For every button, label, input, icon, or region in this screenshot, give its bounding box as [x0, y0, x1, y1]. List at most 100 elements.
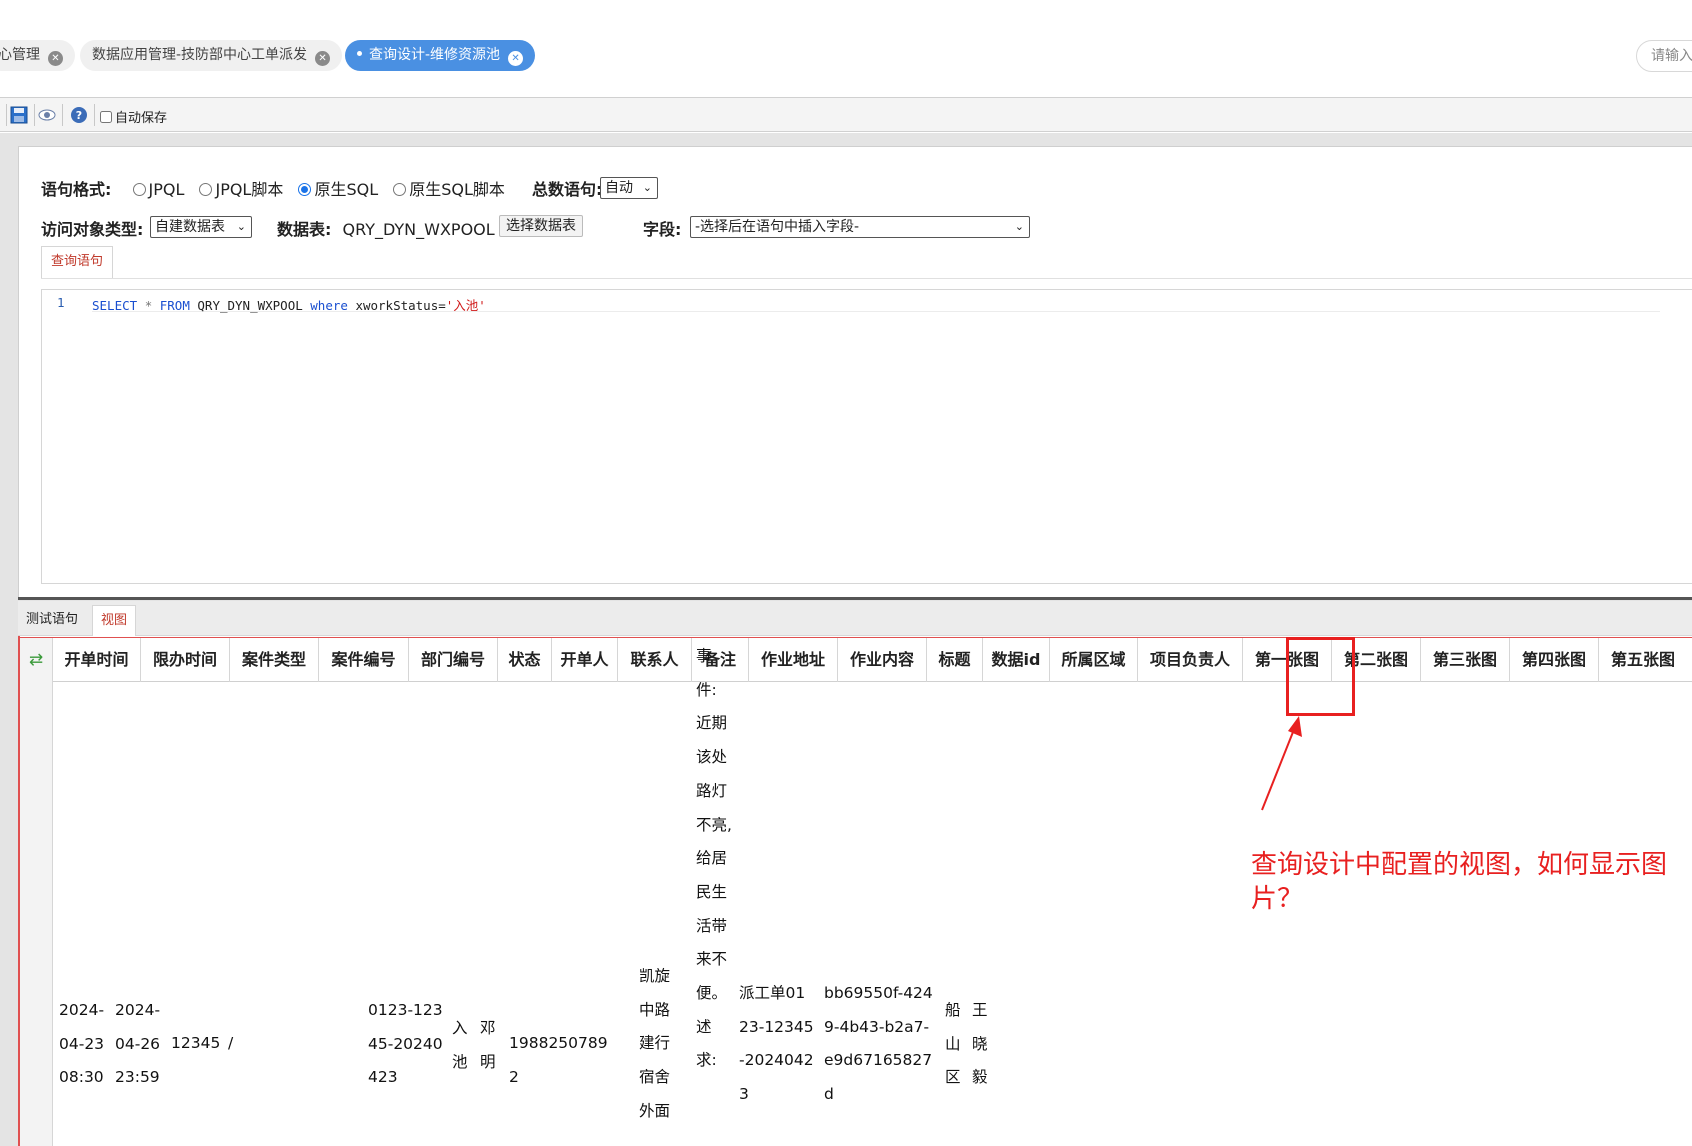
divider	[41, 278, 1692, 279]
radio-icon[interactable]	[199, 183, 213, 196]
col-header[interactable]: 第四张图	[1510, 638, 1599, 682]
sql-token: QRY_DYN_WXPOOL	[197, 298, 303, 313]
tab-test-statement[interactable]: 测试语句	[18, 605, 86, 636]
separator	[6, 104, 7, 126]
cell-opener: 邓明	[480, 1019, 496, 1071]
sql-code: SELECT * FROM QRY_DYN_WXPOOL where xwork…	[92, 295, 486, 314]
result-tabs: 测试语句 视图	[18, 601, 1692, 636]
cell-address: 事件:近期该处路灯不亮,给居民生活带来不便。述求:	[696, 647, 732, 1070]
col-header[interactable]: 作业地址	[749, 638, 838, 682]
field-label: 字段:	[643, 220, 682, 239]
separator	[94, 104, 95, 126]
count-select[interactable]: 自动 ⌄	[600, 177, 658, 199]
tab-label: 数据应用管理-技防部中心工单派发	[92, 47, 308, 63]
syntax-row: 语句格式: JPQL JPQL脚本 原生SQL 原生SQL脚本 总数语句:	[41, 176, 602, 200]
cell-case-type: 12345	[171, 1034, 221, 1052]
access-type-select[interactable]: 自建数据表 ⌄	[150, 216, 252, 238]
radio-label: 原生SQL	[314, 180, 379, 199]
radio-selected-icon[interactable]	[298, 183, 312, 196]
col-header[interactable]: 所属区域	[1050, 638, 1138, 682]
radio-jpql-script[interactable]: JPQL脚本	[199, 180, 283, 199]
col-header[interactable]: 作业内容	[838, 638, 927, 682]
sql-token: '入池'	[445, 298, 486, 313]
count-value: 自动	[605, 180, 633, 196]
col-header[interactable]: 第三张图	[1421, 638, 1510, 682]
svg-text:?: ?	[76, 109, 82, 122]
close-icon[interactable]: ✕	[508, 51, 524, 66]
annotation-note: 查询设计中配置的视图，如何显示图片？	[1251, 850, 1668, 914]
tab-label: 心管理	[0, 47, 40, 63]
sql-token: xworkStatus=	[355, 298, 446, 313]
chevron-down-icon: ⌄	[236, 220, 246, 233]
cell-title: bb69550f-4249-4b43-b2a7-e9d67165827d	[824, 984, 933, 1104]
separator	[34, 104, 35, 126]
col-header[interactable]: 联系人	[618, 638, 692, 682]
syntax-label: 语句格式:	[41, 180, 112, 199]
col-header[interactable]: 项目负责人	[1138, 638, 1243, 682]
cell-open-time: 2024-04-23 08:30	[59, 1001, 105, 1087]
col-header[interactable]: 开单时间	[53, 638, 141, 682]
tab-view[interactable]: 视图	[92, 605, 137, 636]
col-header[interactable]: 案件编号	[319, 638, 409, 682]
radio-icon[interactable]	[393, 183, 407, 196]
tab-query-statement[interactable]: 查询语句	[41, 246, 114, 278]
sql-token: FROM	[159, 298, 190, 313]
eye-icon[interactable]	[38, 106, 56, 124]
tab-management[interactable]: 心管理 ✕	[0, 40, 75, 71]
cell-case-no: /	[228, 1034, 234, 1052]
page: { "tabs": [ {"label": "心管理", "active": f…	[0, 0, 1692, 1146]
sql-editor[interactable]: 1 SELECT * FROM QRY_DYN_WXPOOL where xwo…	[41, 289, 1692, 584]
field-row: 字段:	[643, 216, 681, 240]
radio-label: 原生SQL脚本	[409, 180, 505, 199]
col-header[interactable]: 部门编号	[409, 638, 498, 682]
autosave-checkbox[interactable]: 自动保存	[100, 107, 167, 126]
col-header[interactable]: 第五张图	[1599, 638, 1692, 682]
access-value: 自建数据表	[155, 219, 225, 235]
close-icon[interactable]: ✕	[48, 51, 63, 66]
chevron-down-icon: ⌄	[642, 181, 652, 194]
splitter[interactable]	[18, 597, 1692, 600]
tab-query-design[interactable]: 查询设计-维修资源池 ✕	[345, 40, 536, 71]
cell-data-id: 船山区	[945, 1001, 961, 1087]
refresh-icon[interactable]: ⇄	[20, 638, 53, 682]
toolbar: ? 自动保存	[0, 97, 1692, 132]
col-header[interactable]: 案件类型	[230, 638, 319, 682]
tab-label: 查询设计-维修资源池	[369, 47, 501, 63]
field-value: -选择后在语句中插入字段-	[695, 219, 860, 235]
separator	[62, 104, 63, 126]
radio-label: JPQL脚本	[215, 180, 284, 199]
sql-token: where	[310, 298, 348, 313]
choose-table-button[interactable]: 选择数据表	[499, 215, 583, 237]
cell-status: 入池	[452, 1019, 468, 1071]
tab-data-app-management[interactable]: 数据应用管理-技防部中心工单派发 ✕	[80, 40, 343, 71]
radio-native-sql-script[interactable]: 原生SQL脚本	[393, 180, 505, 199]
autosave-label: 自动保存	[115, 111, 168, 126]
col-header[interactable]: 标题	[927, 638, 983, 682]
sql-token: *	[144, 298, 153, 313]
save-icon[interactable]	[10, 106, 28, 124]
highlight-box	[1286, 637, 1355, 716]
col-header[interactable]: 开单人	[552, 638, 618, 682]
close-icon[interactable]: ✕	[315, 51, 331, 66]
autosave-check[interactable]	[100, 111, 112, 123]
grid-header: ⇄ 开单时间 限办时间 案件类型 案件编号 部门编号 状态 开单人 联系人 备注…	[20, 637, 1692, 682]
tab-bar: 心管理 ✕ 数据应用管理-技防部中心工单派发 ✕ 查询设计-维修资源池 ✕ 请输入	[0, 0, 1692, 95]
cell-area: 王晓毅	[972, 1001, 988, 1087]
radio-label: JPQL	[148, 180, 185, 199]
chevron-down-icon: ⌄	[1014, 220, 1024, 233]
count-label: 总数语句:	[531, 180, 603, 199]
search-input[interactable]: 请输入	[1636, 40, 1692, 72]
cell-remark: 凯旋中路建行宿舍外面	[639, 967, 671, 1120]
cell-content: 派工单0123-12345-20240423	[739, 984, 814, 1104]
radio-jpql[interactable]: JPQL	[132, 180, 185, 199]
table-label: 数据表:	[277, 220, 332, 239]
help-icon[interactable]: ?	[70, 106, 88, 124]
col-header[interactable]: 数据id	[983, 638, 1050, 682]
col-header[interactable]: 状态	[498, 638, 552, 682]
col-header[interactable]: 限办时间	[141, 638, 230, 682]
radio-native-sql[interactable]: 原生SQL	[298, 180, 378, 199]
cell-contact: 19882507892	[509, 1034, 608, 1086]
field-select[interactable]: -选择后在语句中插入字段- ⌄	[690, 216, 1030, 238]
radio-icon[interactable]	[132, 183, 146, 196]
cell-dept-no: 0123-12345-20240423	[368, 1001, 443, 1087]
